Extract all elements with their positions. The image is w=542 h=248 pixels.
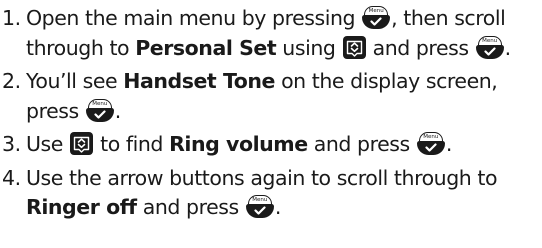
step-text: press [26,98,79,123]
step-text: and press [313,132,410,156]
step-text: to find [100,132,163,156]
menu-ok-key-icon: Menu [362,6,391,29]
step-text: . [114,98,122,123]
menu-name: Ring volume [169,132,308,156]
step-text: You’ll see [26,69,118,93]
step-text: Open the main menu by pressing [26,6,356,30]
menu-ok-key-icon: Menu [416,132,445,155]
up-down-nav-key-icon [70,132,94,155]
step-text: , then scroll [391,6,506,30]
step-3: 3. Use to find Ring volume and press Men… [0,130,542,160]
step-text: through to [26,35,130,60]
menu-ok-key-icon: Menu [475,35,504,59]
menu-ok-key-icon: Menu [245,195,274,218]
step-text: and press [142,195,239,219]
step-text: . [504,35,512,60]
menu-name: Handset Tone [123,69,275,93]
instruction-list: 1. Open the main menu by pressing Menu ,… [0,0,542,223]
menu-name: Personal Set [135,35,277,60]
menu-name: Ringer off [26,195,137,219]
step-text: Use [26,132,63,156]
menu-ok-key-icon: Menu [85,98,114,122]
step-number: 1. [2,6,21,30]
step-text: . [274,195,282,219]
step-4: 4. Use the arrow buttons again to scroll… [0,164,542,223]
step-text: and press [372,35,469,60]
up-down-nav-key-icon [342,35,366,59]
step-text: . [445,132,453,156]
step-1: 1. Open the main menu by pressing Menu ,… [0,4,542,63]
step-text: Use the arrow buttons again to scroll th… [26,165,498,190]
step-number: 2. [2,69,21,93]
step-number: 3. [2,132,21,156]
step-text: using [282,35,336,60]
step-text: on the display screen, [281,69,498,93]
step-number: 4. [2,165,21,190]
step-2: 2. You’ll see Handset Tone on the displa… [0,67,542,126]
